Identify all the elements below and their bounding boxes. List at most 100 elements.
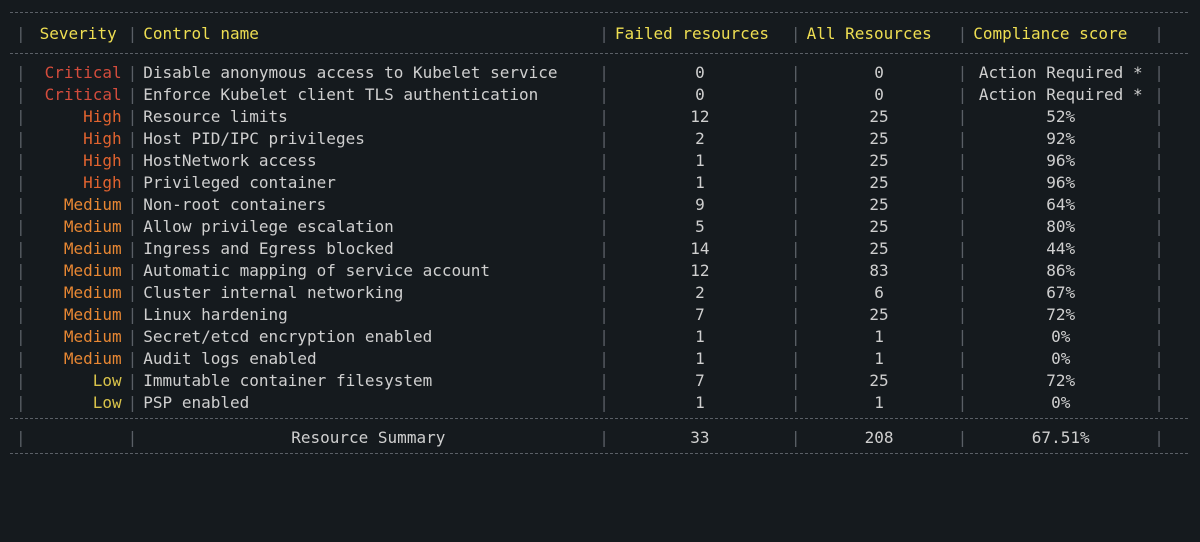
vline-icon: |	[952, 194, 974, 216]
vline-icon: |	[952, 172, 974, 194]
vline-icon: |	[122, 304, 144, 326]
cell-severity: Medium	[32, 304, 122, 326]
cell-control-name: Ingress and Egress blocked	[143, 238, 593, 260]
cell-control-name: Secret/etcd encryption enabled	[143, 326, 593, 348]
rule-summary-bottom	[10, 453, 1190, 454]
cell-failed: 9	[615, 194, 785, 216]
cell-severity: High	[32, 172, 122, 194]
cell-all: 25	[807, 106, 952, 128]
vline-icon: |	[10, 427, 32, 449]
cell-control-name: Linux hardening	[143, 304, 593, 326]
vline-icon: |	[785, 62, 807, 84]
cell-all: 1	[807, 326, 952, 348]
vline-icon: |	[122, 427, 144, 449]
vline-icon: |	[785, 238, 807, 260]
header-compliance: Compliance score	[973, 19, 1148, 49]
vline-icon: |	[593, 106, 615, 128]
vline-icon: |	[122, 392, 144, 414]
cell-control-name: HostNetwork access	[143, 150, 593, 172]
table-row: |Medium|Allow privilege escalation|5|25|…	[10, 216, 1190, 238]
vline-icon: |	[1148, 216, 1170, 238]
vline-icon: |	[10, 282, 32, 304]
cell-failed: 1	[615, 326, 785, 348]
vline-icon: |	[785, 326, 807, 348]
vline-icon: |	[785, 150, 807, 172]
vline-icon: |	[593, 370, 615, 392]
vline-icon: |	[593, 194, 615, 216]
vline-icon: |	[10, 238, 32, 260]
vline-icon: |	[952, 150, 974, 172]
cell-all: 25	[807, 150, 952, 172]
vline-icon: |	[1148, 348, 1170, 370]
cell-severity: High	[32, 150, 122, 172]
vline-icon: |	[593, 238, 615, 260]
table-row: |High|Host PID/IPC privileges|2|25|92%|	[10, 128, 1190, 150]
table-row: |Medium|Ingress and Egress blocked|14|25…	[10, 238, 1190, 260]
table-body: |Critical|Disable anonymous access to Ku…	[10, 62, 1190, 414]
cell-control-name: Allow privilege escalation	[143, 216, 593, 238]
vline-icon: |	[785, 392, 807, 414]
vline-icon: |	[1148, 260, 1170, 282]
vline-icon: |	[10, 150, 32, 172]
cell-failed: 5	[615, 216, 785, 238]
vline-icon: |	[122, 348, 144, 370]
vline-icon: |	[1148, 84, 1170, 106]
vline-icon: |	[1148, 128, 1170, 150]
cell-severity: Medium	[32, 216, 122, 238]
vline-icon: |	[593, 62, 615, 84]
vline-icon: |	[1148, 150, 1170, 172]
vline-icon: |	[593, 260, 615, 282]
vline-icon: |	[10, 84, 32, 106]
vline-icon: |	[122, 282, 144, 304]
cell-severity: Low	[32, 392, 122, 414]
cell-severity: Medium	[32, 282, 122, 304]
cell-compliance: 52%	[973, 106, 1148, 128]
cell-compliance: 0%	[973, 392, 1148, 414]
vline-icon: |	[785, 172, 807, 194]
vline-icon: |	[122, 238, 144, 260]
vline-icon: |	[785, 370, 807, 392]
cell-severity: Medium	[32, 238, 122, 260]
vline-icon: |	[1148, 19, 1170, 49]
cell-control-name: Disable anonymous access to Kubelet serv…	[143, 62, 593, 84]
cell-all: 25	[807, 216, 952, 238]
vline-icon: |	[952, 304, 974, 326]
cell-control-name: Audit logs enabled	[143, 348, 593, 370]
vline-icon: |	[593, 150, 615, 172]
cell-compliance: 44%	[973, 238, 1148, 260]
vline-icon: |	[952, 370, 974, 392]
vline-icon: |	[593, 427, 615, 449]
vline-icon: |	[1148, 370, 1170, 392]
cell-control-name: Non-root containers	[143, 194, 593, 216]
cell-failed: 1	[615, 348, 785, 370]
cell-failed: 2	[615, 128, 785, 150]
vline-icon: |	[122, 260, 144, 282]
cell-all: 1	[807, 348, 952, 370]
cell-failed: 12	[615, 106, 785, 128]
cell-compliance: 72%	[973, 370, 1148, 392]
summary-failed: 33	[615, 427, 785, 449]
vline-icon: |	[952, 326, 974, 348]
cell-compliance: 96%	[973, 172, 1148, 194]
vline-icon: |	[952, 427, 974, 449]
compliance-table: | Severity | Control name | Failed resou…	[0, 0, 1200, 464]
summary-compliance: 67.51%	[973, 427, 1148, 449]
cell-control-name: Privileged container	[143, 172, 593, 194]
vline-icon: |	[952, 106, 974, 128]
vline-icon: |	[593, 128, 615, 150]
header-control-name: Control name	[143, 19, 593, 49]
vline-icon: |	[1148, 427, 1170, 449]
vline-icon: |	[122, 172, 144, 194]
cell-all: 25	[807, 128, 952, 150]
cell-all: 25	[807, 238, 952, 260]
cell-compliance: 96%	[973, 150, 1148, 172]
cell-severity: Medium	[32, 326, 122, 348]
cell-control-name: Immutable container filesystem	[143, 370, 593, 392]
vline-icon: |	[122, 19, 144, 49]
vline-icon: |	[10, 62, 32, 84]
table-row: |Medium|Cluster internal networking|2|6|…	[10, 282, 1190, 304]
cell-all: 0	[807, 84, 952, 106]
cell-failed: 2	[615, 282, 785, 304]
vline-icon: |	[10, 260, 32, 282]
cell-severity: High	[32, 128, 122, 150]
